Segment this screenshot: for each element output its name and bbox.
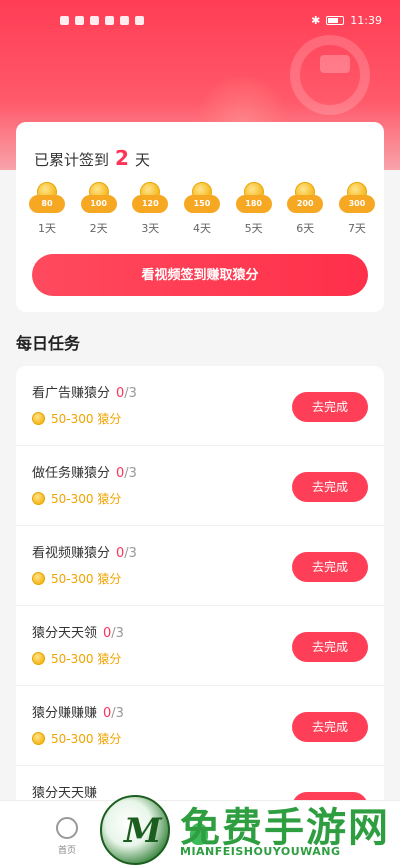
- site-watermark: M 免费手游网 MIANFEISHOUYOUWANG: [100, 795, 400, 867]
- coin-day-7[interactable]: 300 7天: [332, 182, 382, 236]
- task-title: 看广告赚猿分 0/3: [32, 382, 137, 401]
- battery-icon: [326, 15, 345, 25]
- decor-ring: [290, 35, 370, 115]
- coin-day-label: 1天: [38, 222, 56, 235]
- signin-suffix: 天: [134, 151, 150, 169]
- task-progress: 0/3: [116, 546, 137, 561]
- coin-day-label: 4天: [192, 222, 211, 235]
- task-title: 做任务赚猿分 0/3: [32, 462, 137, 481]
- coin-day-label: 5天: [244, 222, 263, 235]
- coin-value: 300: [338, 195, 375, 213]
- task-reward-text: 50-300 猿分: [51, 492, 122, 506]
- signin-coins-row: 80 1天 100 2天 120 3天 150 4天 180 5天 200 6天…: [22, 182, 382, 236]
- bluetooth-icon: ✱: [311, 13, 321, 27]
- go-complete-button[interactable]: 去完成: [292, 472, 368, 502]
- watermark-subtitle: MIANFEISHOUYOUWANG: [180, 845, 341, 858]
- task-reward: 50-300 猿分: [32, 490, 121, 507]
- nav-home[interactable]: 首页: [50, 817, 84, 856]
- clock-time: 11:39: [350, 13, 382, 27]
- coin-value: 120: [132, 195, 169, 213]
- coin-day-4[interactable]: 150 4天: [177, 182, 227, 236]
- coin-day-2[interactable]: 100 2天: [74, 182, 124, 236]
- status-icons-right: ✱ 11:39: [311, 14, 382, 27]
- notification-icon: [90, 15, 99, 25]
- task-progress: 0/3: [103, 626, 124, 641]
- task-progress-total: /3: [124, 466, 137, 481]
- signin-days-count: 2: [115, 146, 129, 170]
- task-name: 做任务赚猿分: [32, 466, 111, 481]
- coin-day-5[interactable]: 180 5天: [229, 182, 279, 236]
- task-reward: 50-300 猿分: [32, 650, 121, 667]
- task-name: 猿分赚赚赚: [32, 706, 98, 721]
- task-reward: 50-300 猿分: [32, 730, 121, 747]
- coin-value: 200: [287, 195, 324, 213]
- task-item: 做任务赚猿分 0/3 50-300 猿分 去完成: [16, 446, 384, 526]
- coin-icon: [32, 492, 45, 505]
- task-progress: 0/3: [116, 386, 137, 401]
- status-icons-left: [60, 15, 144, 25]
- task-progress-total: /3: [111, 706, 124, 721]
- signin-title: 已累计签到 2 天: [34, 146, 150, 170]
- coin-value: 150: [183, 195, 220, 213]
- wifi-icon: [75, 15, 84, 25]
- coin-icon: [32, 732, 45, 745]
- coin-icon: [32, 572, 45, 585]
- task-title: 猿分赚赚赚 0/3: [32, 702, 124, 721]
- task-item: 看广告赚猿分 0/3 50-300 猿分 去完成: [16, 366, 384, 446]
- coin-day-label: 3天: [141, 222, 160, 235]
- app-icon: [135, 15, 144, 25]
- notification-icon: [105, 15, 114, 25]
- signin-prefix: 已累计签到: [34, 151, 110, 169]
- nav-home-label: 首页: [57, 846, 76, 856]
- task-item: 猿分赚赚赚 0/3 50-300 猿分 去完成: [16, 686, 384, 766]
- task-progress: 0/3: [103, 706, 124, 721]
- task-progress-total: /3: [124, 546, 137, 561]
- task-name: 猿分天天赚: [32, 786, 98, 801]
- task-reward-text: 50-300 猿分: [51, 412, 122, 426]
- status-bar: ✱ 11:39: [0, 0, 400, 40]
- task-progress: 0/3: [116, 466, 137, 481]
- task-title: 猿分天天领 0/3: [32, 622, 124, 641]
- go-complete-button[interactable]: 去完成: [292, 392, 368, 422]
- task-progress-total: /3: [124, 386, 137, 401]
- coin-day-label: 6天: [296, 222, 315, 235]
- watch-video-signin-button[interactable]: 看视频签到赚取猿分: [32, 254, 368, 296]
- coin-day-3[interactable]: 120 3天: [125, 182, 175, 236]
- decor-shape: [320, 55, 350, 73]
- signin-card: 已累计签到 2 天 80 1天 100 2天 120 3天 150 4天 180…: [16, 122, 384, 312]
- coin-icon: [32, 652, 45, 665]
- app-icon: [120, 15, 129, 25]
- task-reward: 50-300 猿分: [32, 570, 121, 587]
- task-reward: 50-300 猿分: [32, 410, 121, 427]
- daily-tasks-list: 看广告赚猿分 0/3 50-300 猿分 去完成 做任务赚猿分 0/3 50-300…: [16, 366, 384, 836]
- coin-value: 180: [235, 195, 272, 213]
- go-complete-button[interactable]: 去完成: [292, 552, 368, 582]
- task-item: 看视频赚猿分 0/3 50-300 猿分 去完成: [16, 526, 384, 606]
- coin-day-1[interactable]: 80 1天: [22, 182, 72, 236]
- task-reward-text: 50-300 猿分: [51, 732, 122, 746]
- task-title: 猿分天天赚: [32, 782, 97, 801]
- coin-day-label: 2天: [89, 222, 108, 235]
- go-complete-button[interactable]: 去完成: [292, 632, 368, 662]
- signal-icon: [60, 15, 69, 25]
- coin-value: 80: [29, 195, 65, 213]
- task-title: 看视频赚猿分 0/3: [32, 542, 137, 561]
- task-reward-text: 50-300 猿分: [51, 572, 122, 586]
- coin-day-label: 7天: [347, 222, 366, 235]
- task-name: 看视频赚猿分: [32, 546, 111, 561]
- daily-tasks-title: 每日任务: [16, 334, 81, 353]
- task-name: 看广告赚猿分: [32, 386, 111, 401]
- home-icon: [56, 817, 78, 839]
- task-reward-text: 50-300 猿分: [51, 652, 122, 666]
- task-name: 猿分天天领: [32, 626, 98, 641]
- task-item: 猿分天天领 0/3 50-300 猿分 去完成: [16, 606, 384, 686]
- task-progress-total: /3: [111, 626, 124, 641]
- coin-value: 100: [80, 195, 117, 213]
- go-complete-button[interactable]: 去完成: [292, 712, 368, 742]
- coin-icon: [32, 412, 45, 425]
- coin-day-6[interactable]: 200 6天: [280, 182, 330, 236]
- watermark-logo-icon: M: [100, 795, 170, 865]
